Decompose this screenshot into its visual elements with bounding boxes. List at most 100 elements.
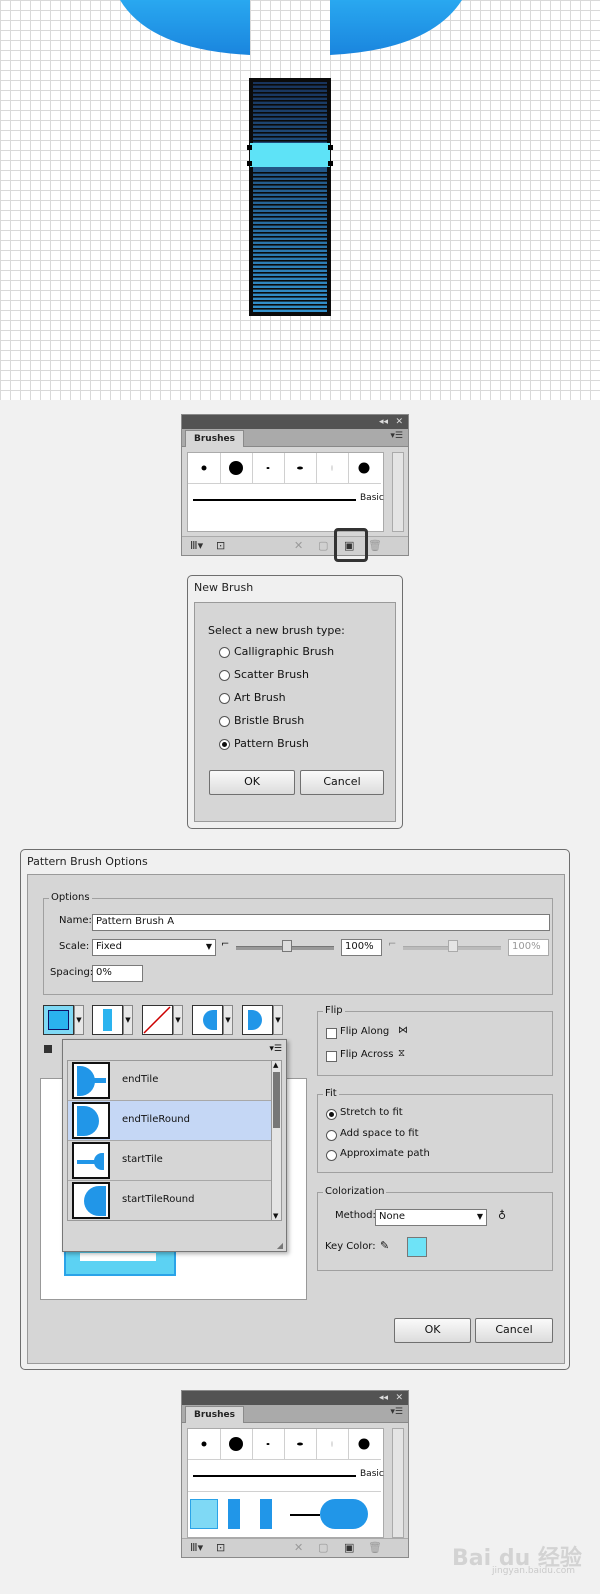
bar-stripe bbox=[253, 204, 327, 206]
inner-corner-dropdown[interactable]: ▼ bbox=[173, 1005, 183, 1035]
ok-button[interactable]: OK bbox=[394, 1318, 471, 1343]
brush-swatch[interactable] bbox=[220, 453, 253, 483]
options-icon[interactable]: ▢ bbox=[318, 539, 328, 553]
brush-swatch[interactable] bbox=[252, 1429, 285, 1459]
libraries-menu-icon[interactable]: ⊡ bbox=[216, 539, 225, 553]
remove-stroke-icon[interactable]: ✕ bbox=[294, 539, 303, 553]
end-tile-box[interactable] bbox=[242, 1005, 273, 1035]
list-item[interactable]: endTile bbox=[68, 1061, 271, 1101]
bar-stripe bbox=[253, 208, 327, 210]
method-select[interactable]: None ▼ bbox=[375, 1209, 487, 1226]
lightbulb-icon[interactable]: ♁ bbox=[498, 1209, 506, 1222]
basic-brush-stroke[interactable] bbox=[193, 1475, 356, 1477]
scale-icon: ⌐ bbox=[221, 939, 230, 950]
options-icon[interactable]: ▢ bbox=[318, 1541, 328, 1555]
brush-swatch[interactable] bbox=[188, 1429, 221, 1459]
bar-stripe bbox=[253, 220, 327, 222]
flip-along-checkbox[interactable] bbox=[326, 1028, 337, 1039]
brush-swatch[interactable] bbox=[252, 453, 285, 483]
panel-scrollbar[interactable] bbox=[392, 1428, 404, 1538]
ok-button[interactable]: OK bbox=[209, 770, 295, 795]
panel-menu-icon[interactable]: ▾☰ bbox=[390, 1407, 403, 1417]
brush-swatch[interactable] bbox=[188, 453, 221, 483]
dialog-body: Select a new brush type: Calligraphic Br… bbox=[194, 602, 396, 822]
bar-stripe bbox=[253, 304, 327, 306]
panel-scrollbar[interactable] bbox=[392, 452, 404, 532]
radio-stretch-to-fit[interactable] bbox=[326, 1109, 337, 1120]
panel-menu-icon[interactable]: ▾☰ bbox=[390, 431, 403, 441]
preview-stroke bbox=[64, 1249, 176, 1276]
list-item[interactable]: startTileRound bbox=[68, 1181, 271, 1220]
scale-slider-thumb[interactable] bbox=[282, 940, 292, 952]
dialog-body: Options Name: Pattern Brush A Scale: Fix… bbox=[27, 874, 565, 1364]
inner-corner-tile-box[interactable] bbox=[142, 1005, 173, 1035]
delete-brush-icon[interactable]: 🗑 bbox=[368, 539, 382, 553]
brush-swatch[interactable] bbox=[316, 1429, 349, 1459]
brush-swatch[interactable] bbox=[284, 453, 317, 483]
scale-label: Scale: bbox=[59, 941, 90, 952]
list-scrollbar[interactable]: ▲ ▼ bbox=[271, 1060, 282, 1221]
tab-brushes[interactable]: Brushes bbox=[185, 1406, 244, 1423]
fit-option-label: Stretch to fit bbox=[340, 1107, 403, 1118]
delete-brush-icon[interactable]: 🗑 bbox=[368, 1541, 382, 1555]
list-item-selected[interactable]: endTileRound bbox=[68, 1101, 271, 1141]
side-tile-box[interactable] bbox=[43, 1005, 74, 1035]
radio-art[interactable] bbox=[219, 693, 230, 704]
list-item[interactable]: startTile bbox=[68, 1141, 271, 1181]
collapse-icon[interactable]: ◂◂ bbox=[379, 415, 388, 429]
close-icon[interactable]: ✕ bbox=[395, 1391, 403, 1405]
bar-stripe bbox=[253, 212, 327, 214]
bar-stripe bbox=[253, 280, 327, 282]
pattern-brush-a[interactable] bbox=[190, 1495, 379, 1533]
start-tile-box[interactable] bbox=[192, 1005, 223, 1035]
brush-swatch[interactable] bbox=[316, 453, 349, 483]
bar-stripe bbox=[253, 140, 327, 142]
bar-stripe bbox=[253, 252, 327, 254]
basic-brush-stroke[interactable] bbox=[193, 499, 356, 501]
scroll-thumb[interactable] bbox=[273, 1072, 280, 1128]
radio-calligraphic[interactable] bbox=[219, 647, 230, 658]
scale-percent-disabled: 100% bbox=[508, 939, 549, 956]
list-menu-icon[interactable]: ▾☰ bbox=[269, 1044, 282, 1054]
brush-swatch[interactable] bbox=[284, 1429, 317, 1459]
side-tile-dropdown[interactable]: ▼ bbox=[74, 1005, 84, 1035]
libraries-menu-icon[interactable]: ⊡ bbox=[216, 1541, 225, 1555]
flip-across-checkbox[interactable] bbox=[326, 1051, 337, 1062]
start-tile-dropdown[interactable]: ▼ bbox=[223, 1005, 233, 1035]
resize-grip-icon[interactable]: ◢ bbox=[277, 1241, 283, 1250]
radio-add-space-to-fit[interactable] bbox=[326, 1130, 337, 1141]
brush-swatches: Basic bbox=[187, 1428, 384, 1538]
radio-approximate-path[interactable] bbox=[326, 1150, 337, 1161]
radio-bristle[interactable] bbox=[219, 716, 230, 727]
flip-across-icon: ⧖ bbox=[398, 1048, 406, 1059]
scale-select[interactable]: Fixed ▼ bbox=[92, 939, 216, 956]
scroll-up-icon[interactable]: ▲ bbox=[273, 1061, 278, 1069]
scroll-down-icon[interactable]: ▼ bbox=[273, 1212, 278, 1220]
bar-stripe bbox=[253, 136, 327, 138]
bar-stripe bbox=[253, 176, 327, 178]
brush-swatch[interactable] bbox=[220, 1429, 253, 1459]
basic-brush-label: Basic bbox=[360, 1469, 384, 1479]
spacing-input[interactable]: 0% bbox=[92, 965, 143, 982]
remove-stroke-icon[interactable]: ✕ bbox=[294, 1541, 303, 1555]
brush-libraries-icon[interactable]: Ⅲ▾ bbox=[190, 539, 203, 553]
brush-swatch[interactable] bbox=[348, 453, 380, 483]
bar-stripe bbox=[253, 288, 327, 290]
cancel-button[interactable]: Cancel bbox=[475, 1318, 553, 1343]
name-input[interactable]: Pattern Brush A bbox=[92, 914, 550, 931]
key-color-swatch[interactable] bbox=[407, 1237, 427, 1257]
outer-corner-tile-box[interactable] bbox=[92, 1005, 123, 1035]
brush-libraries-icon[interactable]: Ⅲ▾ bbox=[190, 1541, 203, 1555]
end-tile-dropdown[interactable]: ▼ bbox=[273, 1005, 283, 1035]
brush-swatch[interactable] bbox=[348, 1429, 380, 1459]
radio-scatter[interactable] bbox=[219, 670, 230, 681]
new-brush-icon[interactable]: ▣ bbox=[344, 1541, 354, 1555]
scale-percent-input[interactable]: 100% bbox=[341, 939, 382, 956]
eyedropper-icon[interactable]: ✎ bbox=[380, 1239, 389, 1252]
outer-corner-dropdown[interactable]: ▼ bbox=[123, 1005, 133, 1035]
close-icon[interactable]: ✕ bbox=[395, 415, 403, 429]
cancel-button[interactable]: Cancel bbox=[300, 770, 384, 795]
radio-pattern[interactable] bbox=[219, 739, 230, 750]
collapse-icon[interactable]: ◂◂ bbox=[379, 1391, 388, 1405]
tab-brushes[interactable]: Brushes bbox=[185, 430, 244, 447]
